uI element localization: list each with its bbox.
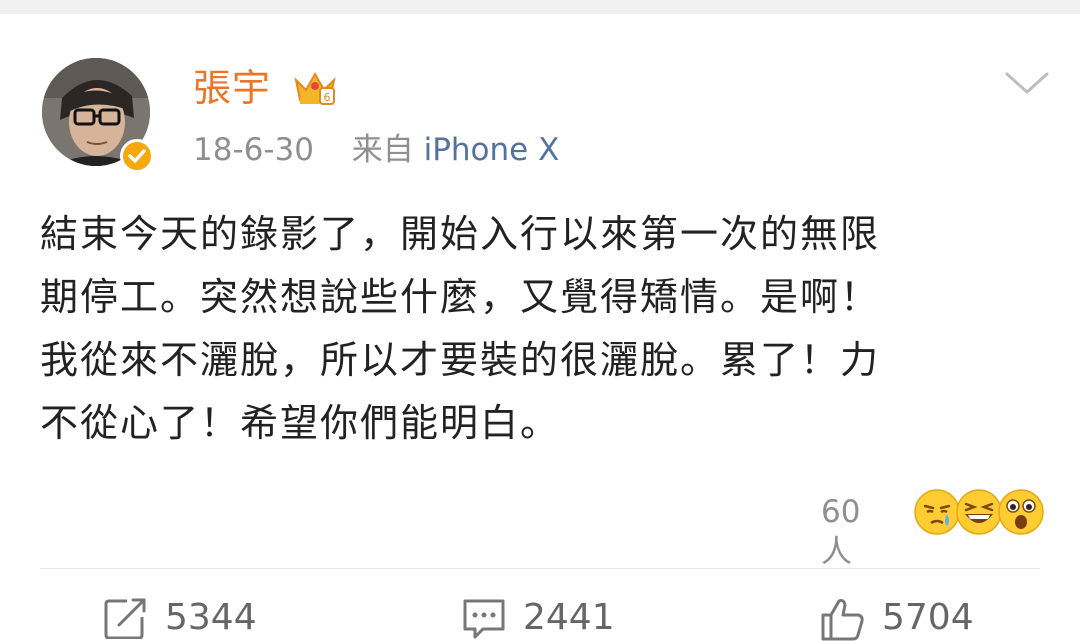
source-link[interactable]: iPhone X bbox=[424, 132, 560, 168]
post-text-line: 期停工。突然想說些什麼，又覺得矯情。是啊！ bbox=[40, 275, 881, 319]
laughing-emoji-icon bbox=[955, 488, 1003, 540]
post-text-line: 結束今天的錄影了，開始入行以來第一次的無限 bbox=[40, 212, 881, 256]
reaction-count: 60人 bbox=[821, 494, 861, 570]
comment-count: 2441 bbox=[523, 597, 615, 638]
chevron-down-icon[interactable] bbox=[1004, 70, 1050, 102]
post-date: 18-6-30 bbox=[193, 132, 314, 168]
divider bbox=[40, 568, 1040, 569]
post-text-line: 我從來不灑脫，所以才要裝的很灑脫。累了！力 bbox=[40, 338, 881, 382]
svg-text:6: 6 bbox=[324, 91, 331, 104]
post-text-line: 不從心了！希望你們能明白。 bbox=[40, 401, 561, 445]
post-meta: 18-6-30 来自 iPhone X bbox=[193, 130, 559, 170]
like-count: 5704 bbox=[882, 597, 974, 638]
crown-icon[interactable]: 6 bbox=[292, 66, 338, 112]
source-prefix: 来自 bbox=[351, 132, 414, 168]
author-name[interactable]: 張宇 bbox=[193, 64, 271, 112]
repost-count: 5344 bbox=[165, 597, 257, 638]
top-edge bbox=[0, 0, 1080, 14]
crying-emoji-icon bbox=[913, 488, 961, 540]
surprised-emoji-icon bbox=[997, 488, 1045, 540]
post-text: 結束今天的錄影了，開始入行以來第一次的無限 期停工。突然想說些什麼，又覺得矯情。… bbox=[40, 203, 1050, 455]
verified-badge-icon bbox=[120, 139, 154, 173]
